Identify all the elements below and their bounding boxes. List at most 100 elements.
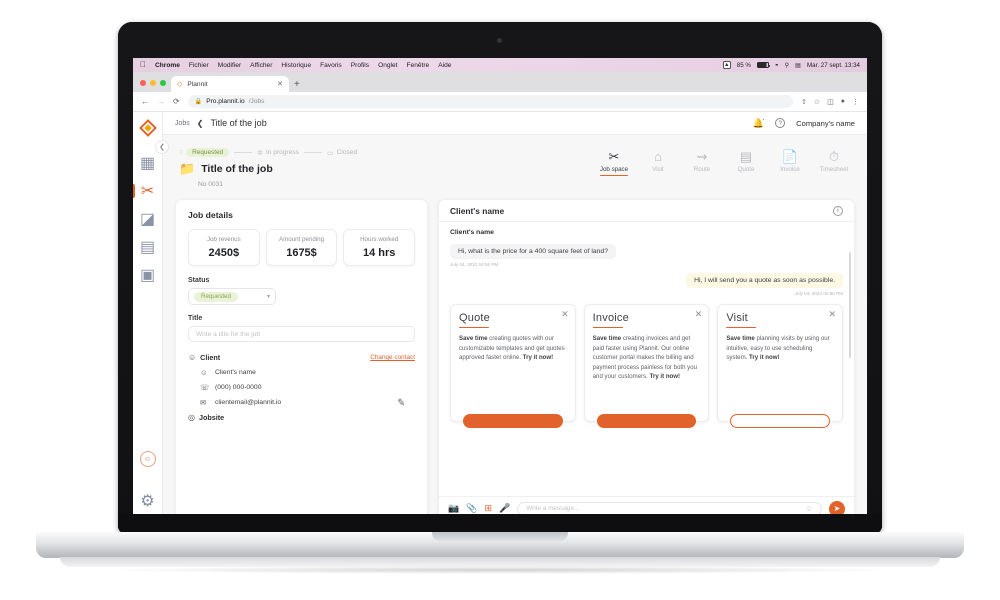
client-info-block: ☺ Client's name ☏ (000) 000-0000 ✉ clien…	[188, 368, 415, 410]
laptop-screen:  Chrome Fichier Modifier Afficher Histo…	[133, 58, 867, 521]
tab-timesheet[interactable]: ⏱ Timesheet	[817, 150, 851, 173]
tab-quote[interactable]: ▤ Quote	[729, 150, 763, 173]
sidebar-help-avatar[interactable]: ☺	[139, 451, 156, 467]
plannit-logo-icon[interactable]	[138, 119, 157, 137]
breadcrumb-back-chevron-icon[interactable]: ❮	[197, 119, 204, 128]
menu-item-afficher[interactable]: Afficher	[250, 62, 272, 69]
close-icon[interactable]: ✕	[695, 310, 703, 319]
menu-item-aide[interactable]: Aide	[438, 62, 451, 69]
promo-invoice-title: Invoice	[592, 312, 629, 324]
close-tab-icon[interactable]: ✕	[277, 80, 283, 88]
tools-icon: ✂	[608, 149, 620, 164]
pencil-edit-icon[interactable]: ✎	[396, 398, 405, 410]
battery-percent: 85 %	[736, 61, 751, 69]
sidebar-item-files[interactable]: ▤	[137, 237, 159, 257]
tab-job-space-label: Job space	[599, 166, 629, 173]
chat-scrollbar[interactable]	[848, 252, 851, 358]
person-icon: ☺	[200, 368, 208, 377]
sidebar-item-dashboard[interactable]: ▦	[137, 153, 159, 173]
notification-bell-icon[interactable]: 🔔	[753, 117, 766, 129]
sidebar-collapse-button[interactable]: ❮	[155, 140, 169, 154]
menubar-datetime[interactable]: Mar. 27 sept. 13:34	[807, 62, 860, 69]
smiley-icon: ☺	[143, 455, 152, 463]
promo-visit-title: Visit	[726, 312, 748, 324]
info-icon[interactable]: i	[833, 205, 843, 216]
side-panel-icon[interactable]: ◫	[827, 98, 834, 106]
share-icon[interactable]: ⇧	[801, 98, 807, 106]
promo-quote-button[interactable]	[463, 414, 563, 428]
tab-visit[interactable]: ⌂ Visit	[641, 150, 675, 173]
sidebar-item-analytics[interactable]: ◪	[137, 209, 159, 229]
back-icon[interactable]: ←	[141, 97, 149, 106]
address-bar[interactable]: 🔒 Pro.plannit.io /Jobs	[187, 95, 793, 108]
menu-item-historique[interactable]: Historique	[281, 62, 311, 69]
change-contact-link[interactable]: Change contact	[370, 354, 415, 361]
chat-messages: Client's name Hi, what is the price for …	[439, 222, 854, 496]
job-title-input[interactable]: Write a title for the job	[188, 326, 415, 342]
page-header: Jobs ❮ Title of the job 🔔 ? Company's na…	[163, 112, 867, 135]
close-icon[interactable]: ✕	[561, 310, 569, 319]
status-badge: Requested	[194, 291, 238, 302]
lock-icon: 🔒	[194, 99, 203, 105]
company-name[interactable]: Company's name	[796, 119, 855, 128]
step-closed[interactable]: ▭ Closed	[327, 149, 357, 157]
template-icon[interactable]: ⊞	[484, 504, 492, 513]
client-phone-row: ☏ (000) 000-0000	[188, 383, 415, 392]
promo-quote-cta: Try it now!	[522, 354, 554, 362]
tab-invoice[interactable]: 📄 Invoice	[773, 150, 807, 173]
tab-job-space[interactable]: ✂ Job space	[597, 149, 631, 176]
browser-tab[interactable]: ◇ Plannit ✕	[171, 76, 289, 92]
microphone-icon[interactable]: 🎤	[499, 504, 510, 513]
breadcrumb-jobs[interactable]: Jobs	[175, 120, 190, 127]
sidebar-item-jobs[interactable]: ✂	[133, 181, 159, 201]
help-icon[interactable]: ?	[775, 118, 786, 128]
menu-app-name[interactable]: Chrome	[155, 62, 180, 69]
shield-badge-icon[interactable]: ▲	[722, 61, 731, 69]
job-stats: Job revenus 2450$ Amount pending 1675$ H…	[188, 229, 416, 266]
profile-icon[interactable]: ●	[841, 98, 845, 105]
client-email-row: ✉ clientemail@plannit.io	[188, 398, 415, 407]
route-icon: ⇝	[696, 149, 708, 164]
forward-icon[interactable]: →	[157, 97, 165, 106]
promo-invoice-button[interactable]	[596, 414, 697, 428]
menu-item-onglet[interactable]: Onglet	[378, 62, 397, 69]
bookmark-star-icon[interactable]: ☆	[814, 98, 820, 106]
step-closed-label: Closed	[336, 149, 358, 156]
close-window-button[interactable]	[140, 80, 146, 86]
job-summary-strip: ◌ Requested ✲ In progress ▭ Closed 📁 Tit…	[175, 144, 855, 188]
job-title: Title of the job	[201, 162, 273, 175]
menu-item-fenetre[interactable]: Fenêtre	[407, 62, 430, 69]
step-requested[interactable]: ◌ Requested	[179, 148, 230, 157]
stat-hours-worked-label: Hours worked	[360, 236, 399, 243]
screenshot-stage:  Chrome Fichier Modifier Afficher Histo…	[0, 0, 1000, 600]
wifi-icon[interactable]: ◓	[775, 62, 779, 69]
minimize-window-button[interactable]	[150, 80, 156, 86]
menu-item-profils[interactable]: Profils	[351, 62, 369, 69]
camera-icon[interactable]: 📷	[448, 504, 459, 513]
laptop-base-notch	[432, 532, 568, 541]
promo-invoice-rule	[592, 327, 623, 329]
close-icon[interactable]: ✕	[828, 310, 836, 319]
folder-icon: 📁	[179, 161, 196, 176]
search-icon[interactable]: ⚲	[785, 62, 790, 69]
new-tab-button[interactable]: +	[294, 80, 300, 92]
battery-icon[interactable]	[756, 62, 771, 68]
menu-item-favoris[interactable]: Favoris	[320, 62, 342, 69]
sidebar-item-settings[interactable]: ⚙	[137, 491, 159, 511]
sidebar-item-contacts[interactable]: ▣	[137, 265, 159, 285]
apple-logo-icon[interactable]: 	[140, 61, 146, 69]
promo-visit-button[interactable]	[730, 414, 831, 428]
control-center-icon[interactable]: ▤	[795, 62, 801, 69]
maximize-window-button[interactable]	[160, 80, 166, 86]
paperclip-icon[interactable]: 📎	[466, 504, 477, 513]
tab-route[interactable]: ⇝ Route	[685, 150, 719, 173]
menu-item-fichier[interactable]: Fichier	[189, 62, 209, 69]
kebab-menu-icon[interactable]: ⋮	[852, 98, 859, 106]
step-in-progress[interactable]: ✲ In progress	[257, 149, 299, 157]
promo-quote-text: Save time creating quotes with our custo…	[459, 334, 567, 362]
message-sender: Client's name	[450, 229, 494, 236]
emoji-icon[interactable]: ☺	[805, 504, 813, 513]
menu-item-modifier[interactable]: Modifier	[218, 62, 241, 69]
reload-icon[interactable]: ⟳	[173, 97, 180, 106]
status-select[interactable]: Requested ▾	[188, 288, 276, 305]
